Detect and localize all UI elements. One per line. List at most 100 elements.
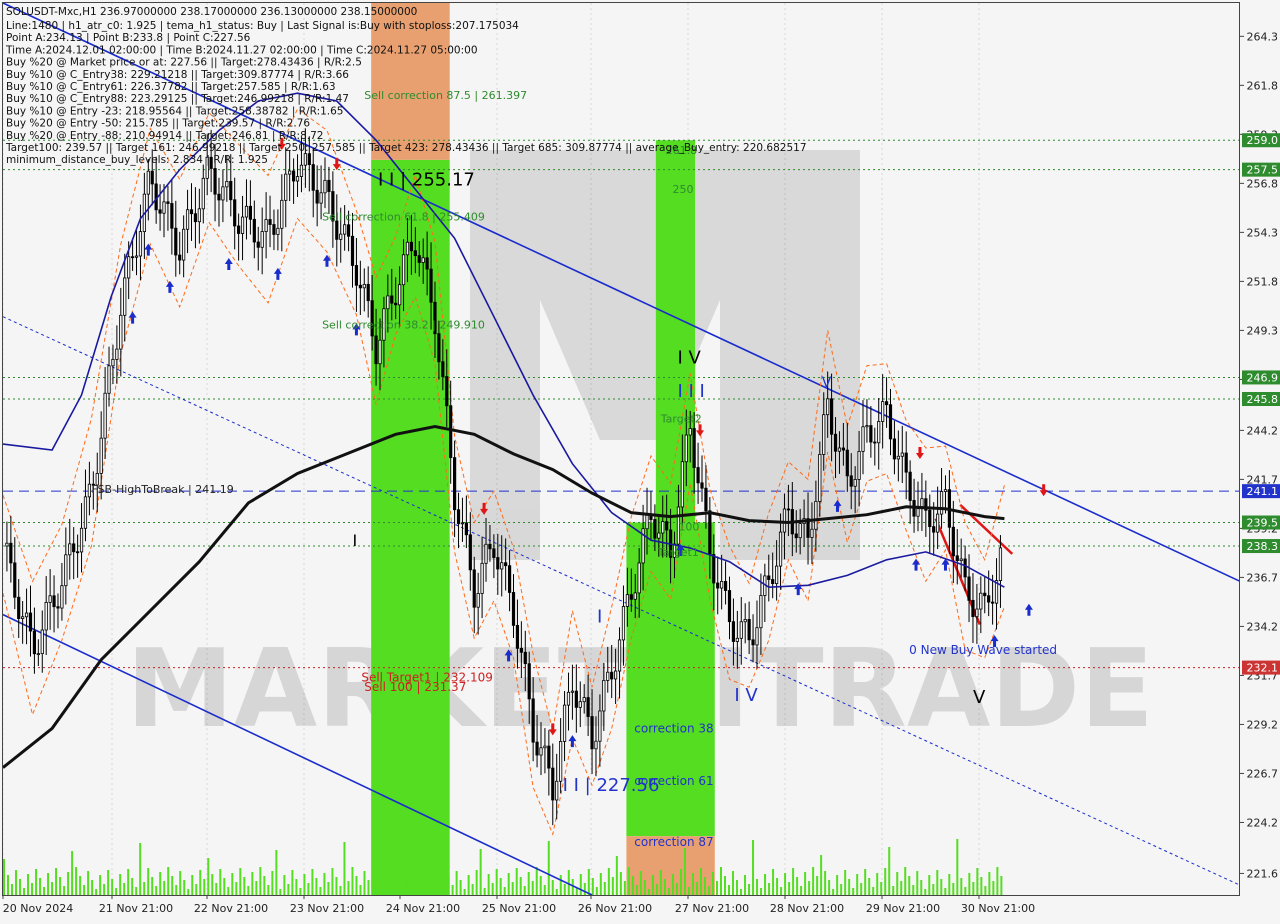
sell-zone-green: [371, 159, 450, 896]
candle-body: [221, 186, 225, 201]
candle-body: [523, 651, 527, 665]
candle-body: [134, 255, 139, 258]
volume-bar: [75, 867, 78, 895]
y-tick-label: 261.8: [1247, 79, 1279, 92]
candle-body: [500, 562, 504, 570]
volume-bar: [639, 871, 642, 895]
volume-bar: [3, 859, 5, 895]
volume-bar: [427, 877, 430, 895]
candle-body: [873, 441, 877, 444]
volume-bar: [435, 872, 438, 895]
volume-bar: [391, 888, 394, 895]
volume-bar: [307, 883, 310, 895]
volume-bar: [199, 870, 202, 895]
volume-bar: [263, 876, 266, 895]
candle-body: [445, 376, 449, 407]
volume-bar: [719, 867, 722, 895]
candle-body: [759, 595, 763, 629]
candle-body: [492, 548, 496, 558]
info-line: Line:1480 | h1_atr_c0: 1.925 | tema_h1_s…: [6, 20, 519, 32]
volume-bar: [447, 876, 450, 895]
volume-bar: [155, 886, 158, 895]
volume-bar: [727, 885, 730, 895]
x-tick-label: 25 Nov 21:00: [482, 902, 556, 915]
candle-body: [21, 616, 25, 619]
window-title: SOLUSDT-Mxc,H1 236.97000000 238.17000000…: [6, 6, 417, 18]
chart-annotation: correction 38: [634, 721, 713, 735]
candle-body: [723, 580, 728, 591]
volume-bar: [375, 875, 378, 895]
candle-body: [79, 527, 84, 553]
volume-bar: [683, 848, 686, 895]
volume-bar: [964, 887, 967, 895]
volume-bar: [131, 878, 134, 895]
candle-body: [657, 532, 661, 539]
chart-annotation: V: [973, 687, 986, 708]
info-line: Buy %20 @ Market price or at: 227.56 || …: [6, 57, 362, 69]
candle-body: [240, 216, 245, 234]
candle-body: [688, 428, 692, 436]
candle-body: [366, 283, 370, 302]
candle-body: [692, 428, 696, 468]
level-price-label: 238.3: [1247, 540, 1279, 553]
volume-bar: [667, 888, 670, 895]
candle-body: [598, 710, 602, 742]
volume-bar: [359, 885, 362, 895]
candle-body: [437, 333, 441, 363]
y-tick-label: 226.7: [1247, 767, 1279, 780]
volume-bar: [275, 850, 278, 895]
volume-bar: [339, 886, 342, 895]
candle-body: [299, 164, 304, 177]
level-price-label: 259.0: [1247, 134, 1279, 147]
candle-body: [213, 168, 217, 195]
x-tick-label: 29 Nov 21:00: [866, 902, 940, 915]
chart-annotation: Sell correction 61.8 | 255.409: [322, 211, 485, 224]
volume-bar: [948, 874, 951, 895]
volume-bar: [299, 888, 302, 895]
volume-bar: [607, 868, 610, 895]
volume-bar: [635, 885, 638, 895]
candle-body: [130, 256, 135, 259]
candle-body: [453, 457, 457, 511]
volume-bar: [711, 872, 714, 895]
candle-body: [319, 192, 323, 204]
volume-bar: [463, 889, 466, 895]
candle-body: [853, 479, 857, 487]
chart-window[interactable]: MARKETZITRADE I I | 255.17Sell correctio…: [0, 0, 1280, 920]
candle-body: [288, 170, 292, 175]
candle-body: [193, 213, 198, 223]
info-line: Target100: 239.57 || Target 161: 246.992…: [5, 142, 807, 154]
price-chart[interactable]: MARKETZITRADE I I | 255.17Sell correctio…: [0, 0, 1280, 920]
volume-bar: [960, 878, 963, 895]
candle-body: [704, 487, 708, 512]
candle-body: [460, 522, 465, 525]
candle-body: [456, 509, 461, 525]
candle-body: [547, 745, 551, 769]
candle-body: [476, 593, 480, 608]
volume-bar: [679, 869, 682, 895]
volume-bar: [491, 883, 494, 895]
volume-bar: [451, 885, 454, 895]
candle-body: [24, 612, 29, 618]
candle-body: [280, 199, 284, 229]
volume-bar: [876, 873, 879, 895]
chart-annotation: I V: [677, 348, 701, 369]
candle-body: [295, 176, 300, 182]
candle-body: [60, 585, 64, 609]
volume-bar: [39, 878, 42, 895]
volume-bar: [828, 880, 831, 895]
x-tick-label: 21 Nov 21:00: [99, 902, 173, 915]
candle-body: [323, 179, 327, 194]
volume-bar: [87, 871, 90, 895]
volume-bar: [91, 880, 94, 895]
volume-bar: [515, 868, 518, 895]
candle-body: [798, 523, 802, 539]
candle-body: [354, 265, 359, 286]
x-tick-label: 27 Nov 21:00: [675, 902, 749, 915]
candle-body: [252, 218, 256, 243]
volume-bar: [852, 888, 855, 895]
candle-body: [248, 205, 252, 220]
candle-body: [606, 671, 610, 681]
volume-bar: [407, 878, 410, 895]
candle-body: [127, 256, 131, 279]
